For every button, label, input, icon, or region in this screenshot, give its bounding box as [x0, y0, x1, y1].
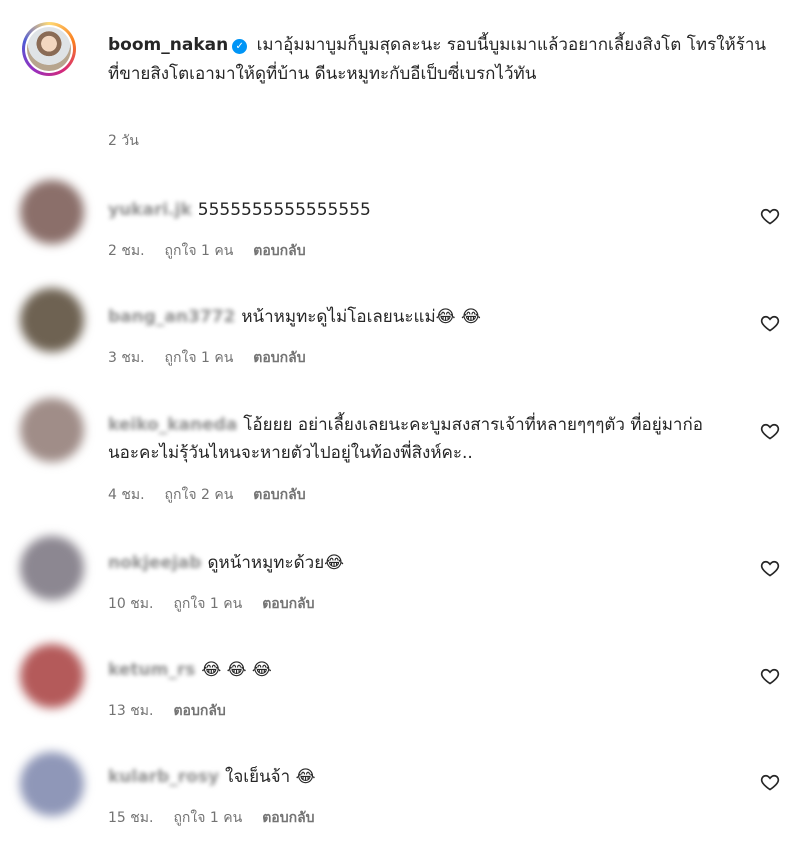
post-timestamp[interactable]: 2 วัน [108, 130, 139, 152]
comment-time[interactable]: 10 ชม. [108, 596, 153, 612]
comment-likes[interactable]: ถูกใจ 1 คน [165, 243, 234, 259]
comment-username[interactable]: keiko_kaneda [108, 415, 237, 435]
heart-outline-icon[interactable] [760, 313, 780, 333]
comment-likes[interactable]: ถูกใจ 1 คน [173, 810, 242, 826]
commenter-avatar[interactable] [20, 398, 84, 462]
post-caption: boom_nakan ✓ เมาอุ้มมาบูมก็บูมสุดละนะ รอบ… [0, 0, 800, 170]
comment-username[interactable]: bang_an3772 [108, 307, 235, 327]
comment-meta: 10 ชม. ถูกใจ 1 คน ตอบกลับ [108, 593, 335, 615]
comment-text-block: bang_an3772 หน้าหมูทะดูไม่โอเลยนะแม่😂 😂 [108, 303, 733, 331]
comment-text: 😂 😂 😂 [201, 660, 272, 680]
comment-text-block: kularb_rosy ใจเย็นจ้า 😂 [108, 763, 733, 791]
comment-meta: 15 ชม. ถูกใจ 1 คน ตอบกลับ [108, 807, 335, 829]
comment-time[interactable]: 4 ชม. [108, 487, 145, 503]
commenter-avatar[interactable] [20, 752, 84, 816]
comment-time[interactable]: 3 ชม. [108, 350, 145, 366]
comment-likes[interactable]: ถูกใจ 2 คน [165, 487, 234, 503]
comment-username[interactable]: nokjeejab [108, 553, 201, 573]
comment-item: ketum_rs 😂 😂 😂 13 ชม. ตอบกลับ [0, 640, 800, 750]
comment-time[interactable]: 15 ชม. [108, 810, 153, 826]
reply-button[interactable]: ตอบกลับ [173, 703, 225, 719]
heart-outline-icon[interactable] [760, 558, 780, 578]
comment-time[interactable]: 2 ชม. [108, 243, 145, 259]
comment-text-block: ketum_rs 😂 😂 😂 [108, 656, 733, 684]
commenter-avatar[interactable] [20, 644, 84, 708]
post-username[interactable]: boom_nakan [108, 35, 228, 55]
caption-text-block: boom_nakan ✓ เมาอุ้มมาบูมก็บูมสุดละนะ รอบ… [108, 31, 768, 89]
commenter-avatar[interactable] [20, 536, 84, 600]
comment-time[interactable]: 13 ชม. [108, 703, 153, 719]
reply-button[interactable]: ตอบกลับ [262, 810, 314, 826]
comment-meta: 3 ชม. ถูกใจ 1 คน ตอบกลับ [108, 347, 326, 369]
comment-meta: 4 ชม. ถูกใจ 2 คน ตอบกลับ [108, 484, 326, 506]
comment-item: keiko_kaneda โอ้ยยย อย่าเลี้ยงเลยนะคะบูมส… [0, 390, 800, 530]
avatar-image [27, 27, 71, 71]
comment-meta: 13 ชม. ตอบกลับ [108, 700, 246, 722]
comment-item: yukari.jk 5555555555555555 2 ชม. ถูกใจ 1 ค… [0, 170, 800, 280]
commenter-avatar[interactable] [20, 180, 84, 244]
heart-outline-icon[interactable] [760, 421, 780, 441]
comment-meta: 2 ชม. ถูกใจ 1 คน ตอบกลับ [108, 240, 326, 262]
comment-text: 5555555555555555 [197, 200, 371, 220]
commenter-avatar[interactable] [20, 288, 84, 352]
comment-item: nokjeejab ดูหน้าหมูทะด้วย😂 10 ชม. ถูกใจ 1 … [0, 530, 800, 640]
reply-button[interactable]: ตอบกลับ [262, 596, 314, 612]
comment-likes[interactable]: ถูกใจ 1 คน [165, 350, 234, 366]
reply-button[interactable]: ตอบกลับ [253, 243, 305, 259]
comment-likes[interactable]: ถูกใจ 1 คน [173, 596, 242, 612]
comment-text: ดูหน้าหมูทะด้วย😂 [207, 553, 345, 573]
heart-outline-icon[interactable] [760, 772, 780, 792]
reply-button[interactable]: ตอบกลับ [253, 350, 305, 366]
post-author-avatar[interactable] [22, 22, 76, 76]
avatar-frame [25, 25, 73, 73]
comment-username[interactable]: kularb_rosy [108, 767, 219, 787]
comment-text: ใจเย็นจ้า 😂 [225, 767, 316, 787]
comment-username[interactable]: yukari.jk [108, 200, 192, 220]
comment-text-block: keiko_kaneda โอ้ยยย อย่าเลี้ยงเลยนะคะบูมส… [108, 411, 733, 467]
reply-button[interactable]: ตอบกลับ [253, 487, 305, 503]
comment-item: bang_an3772 หน้าหมูทะดูไม่โอเลยนะแม่😂 😂 3… [0, 280, 800, 390]
comment-username[interactable]: ketum_rs [108, 660, 195, 680]
comment-text: หน้าหมูทะดูไม่โอเลยนะแม่😂 😂 [241, 307, 481, 327]
comment-text-block: nokjeejab ดูหน้าหมูทะด้วย😂 [108, 549, 733, 577]
heart-outline-icon[interactable] [760, 206, 780, 226]
verified-icon: ✓ [232, 39, 248, 54]
heart-outline-icon[interactable] [760, 666, 780, 686]
comment-text-block: yukari.jk 5555555555555555 [108, 196, 733, 224]
comment-item: kularb_rosy ใจเย็นจ้า 😂 15 ชม. ถูกใจ 1 คน ต… [0, 746, 800, 842]
